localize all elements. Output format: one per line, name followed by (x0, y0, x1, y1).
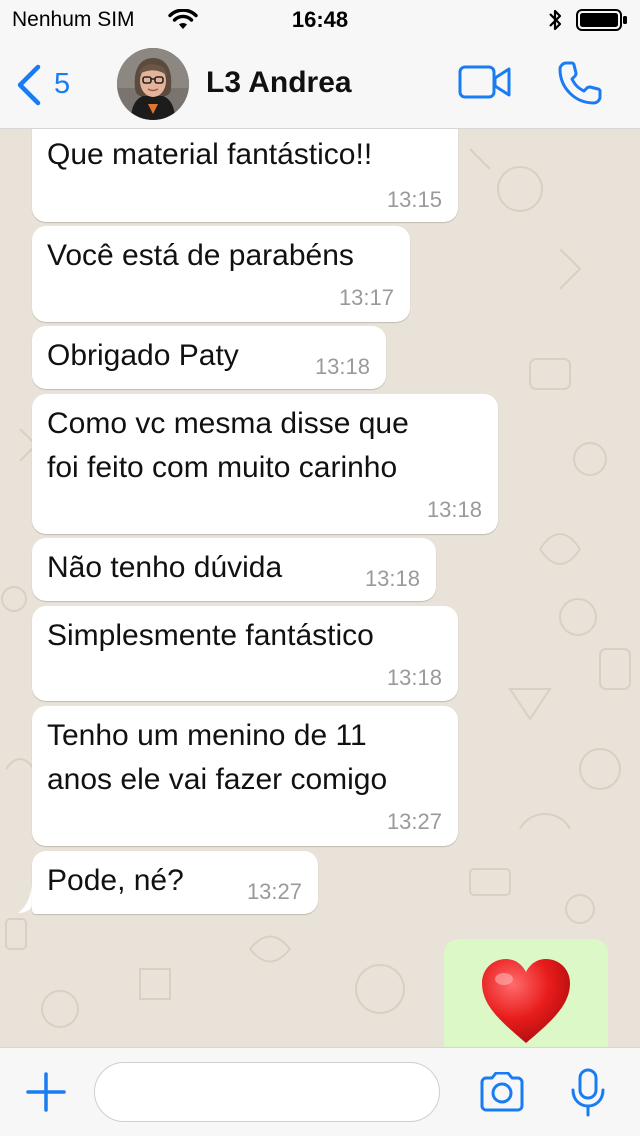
message-bubble[interactable]: Obrigado Paty 13:18 (32, 326, 386, 389)
message-text: Como vc mesma disse que (47, 407, 409, 440)
microphone-icon[interactable] (570, 1068, 606, 1123)
message-time: 13:18 (426, 497, 482, 522)
chat-header: 5 L3 Andrea (0, 40, 640, 129)
message-bubble[interactable]: Simplesmente fantástico 13:18 (32, 606, 458, 701)
message-text: Não tenho dúvida (47, 551, 283, 584)
message-text: Pode, né? (47, 864, 184, 897)
contact-name[interactable]: L3 Andrea (206, 66, 352, 100)
phone-icon[interactable] (557, 60, 603, 111)
status-bar: Nenhum SIM 16:48 (0, 0, 640, 40)
message-bubble[interactable]: Você está de parabéns 13:17 (32, 226, 410, 322)
message-time: 13:18 (386, 665, 442, 690)
message-text: Simplesmente fantástico (47, 619, 374, 652)
back-button[interactable]: 5 (14, 60, 84, 106)
message-text: Você está de parabéns (47, 239, 354, 272)
message-text-line-2: foi feito com muito carinho (47, 451, 398, 484)
message-time: 13:17 (338, 285, 394, 310)
message-input[interactable] (94, 1062, 440, 1122)
message-bubble[interactable]: Pode, né? 13:27 (32, 851, 318, 914)
message-bubble[interactable]: Que material fantástico!! 13:15 (32, 129, 458, 222)
message-time: 13:18 (314, 354, 370, 379)
chat-area[interactable]: Que material fantástico!! 13:15 Você est… (0, 129, 640, 1047)
message-time: 13:27 (386, 809, 442, 834)
message-text: Obrigado Paty (47, 339, 239, 372)
message-text: Que material fantástico!! (47, 138, 373, 171)
avatar[interactable] (117, 48, 189, 120)
status-time: 16:48 (291, 7, 349, 32)
message-bubble[interactable]: Não tenho dúvida 13:18 (32, 538, 436, 601)
sent-message-bubble[interactable] (444, 939, 608, 1047)
bluetooth-icon (547, 8, 563, 37)
chevron-left-icon (14, 64, 44, 111)
message-time: 13:15 (386, 187, 442, 212)
camera-icon[interactable] (478, 1071, 526, 1117)
video-camera-icon[interactable] (458, 64, 512, 105)
unread-count: 5 (54, 68, 71, 100)
message-bubble[interactable]: Como vc mesma disse que foi feito com mu… (32, 394, 498, 534)
message-time: 13:18 (364, 566, 420, 591)
input-bar (0, 1047, 640, 1136)
battery-icon (576, 9, 628, 36)
message-text: Tenho um menino de 11 (47, 719, 367, 752)
message-time: 13:27 (246, 879, 302, 904)
plus-icon[interactable] (26, 1072, 66, 1117)
heart-icon (480, 957, 572, 1047)
message-bubble[interactable]: Tenho um menino de 11 anos ele vai fazer… (32, 706, 458, 846)
message-text-line-2: anos ele vai fazer comigo (47, 763, 388, 796)
